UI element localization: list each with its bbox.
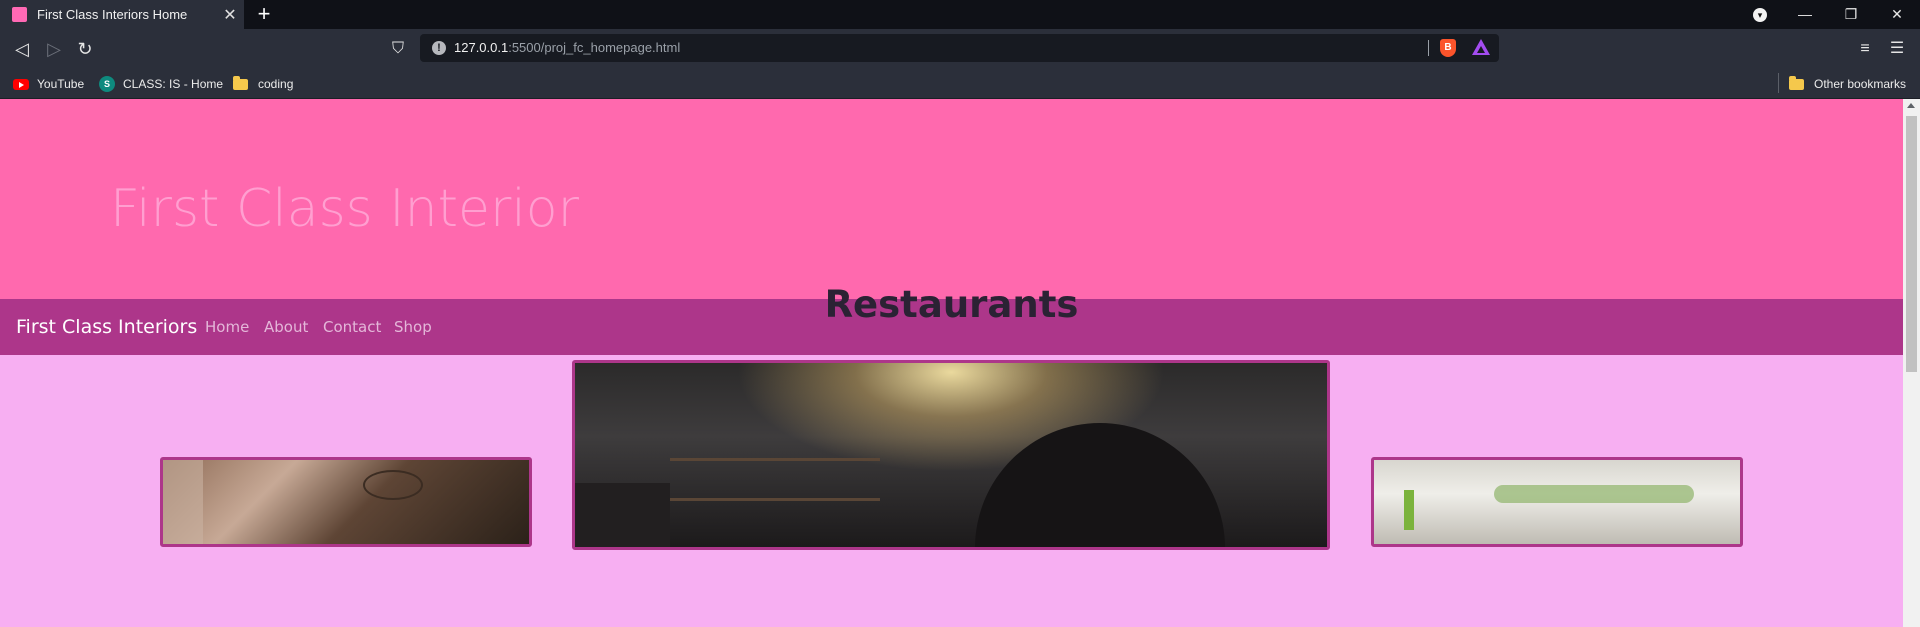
scroll-up-arrow-icon[interactable]: [1907, 103, 1915, 108]
close-window-button[interactable]: ✕: [1877, 0, 1917, 29]
url-text[interactable]: 127.0.0.1:5500/proj_fc_homepage.html: [454, 40, 680, 55]
tab-strip: First Class Interiors Home ✕ + ▾ — ❐ ✕: [0, 0, 1920, 29]
photo-shelf: [670, 458, 880, 461]
site-info-icon[interactable]: !: [432, 41, 446, 55]
bookmark-coding[interactable]: coding: [233, 75, 293, 93]
bookmark-youtube[interactable]: YouTube: [13, 75, 84, 93]
restaurant-photo-left[interactable]: [160, 457, 532, 547]
brave-shields-icon[interactable]: B: [1440, 39, 1456, 57]
youtube-icon: [13, 78, 29, 90]
photo-chandelier: [363, 470, 423, 500]
browser-tab[interactable]: First Class Interiors Home ✕: [0, 0, 244, 29]
restore-button[interactable]: ❐: [1831, 0, 1871, 29]
folder-icon: [233, 75, 248, 90]
hero-banner: First Class Interior: [0, 99, 1903, 299]
hero-title: First Class Interior: [110, 179, 579, 239]
tab-title: First Class Interiors Home: [37, 7, 188, 22]
restaurant-photo-right[interactable]: [1371, 457, 1743, 547]
other-bookmarks[interactable]: Other bookmarks: [1789, 75, 1906, 93]
section-title: Restaurants: [824, 283, 1079, 326]
playlist-icon[interactable]: ≡: [1852, 37, 1878, 61]
omnibox-separator: [1428, 40, 1429, 56]
photo-plants: [1494, 485, 1694, 503]
folder-icon: [1789, 75, 1804, 90]
page-scrollbar[interactable]: [1903, 99, 1920, 627]
new-tab-button[interactable]: +: [252, 2, 276, 26]
tab-close-icon[interactable]: ✕: [216, 5, 244, 25]
address-bar[interactable]: ! 127.0.0.1:5500/proj_fc_homepage.html B: [420, 34, 1499, 62]
photo-wall-detail: [163, 460, 203, 544]
bookmark-class-is-home[interactable]: S CLASS: IS - Home: [99, 75, 223, 93]
photo-green-panel: [1404, 490, 1414, 530]
photo-wall: [575, 483, 670, 547]
browser-toolbar: ◁ ▷ ↻ ⛉ ! 127.0.0.1:5500/proj_fc_homepag…: [0, 29, 1920, 68]
tab-search-icon[interactable]: ▾: [1753, 8, 1767, 22]
forward-button[interactable]: ▷: [42, 37, 66, 61]
bookmark-page-icon[interactable]: ⛉: [386, 37, 410, 61]
photo-shelf: [670, 498, 880, 501]
minimize-button[interactable]: —: [1785, 0, 1825, 29]
reload-button[interactable]: ↻: [73, 37, 97, 61]
menu-icon[interactable]: ☰: [1884, 37, 1910, 61]
brave-rewards-icon[interactable]: [1472, 39, 1490, 55]
back-button[interactable]: ◁: [10, 37, 34, 61]
restaurant-photo-center[interactable]: [572, 360, 1330, 550]
scrollbar-thumb[interactable]: [1906, 116, 1917, 372]
site-favicon-icon: [12, 7, 27, 22]
sharepoint-icon: S: [99, 76, 115, 92]
bookmarks-bar: YouTube S CLASS: IS - Home coding Other …: [0, 68, 1920, 99]
photo-archway: [975, 423, 1225, 547]
bookmarks-divider: [1778, 73, 1779, 93]
